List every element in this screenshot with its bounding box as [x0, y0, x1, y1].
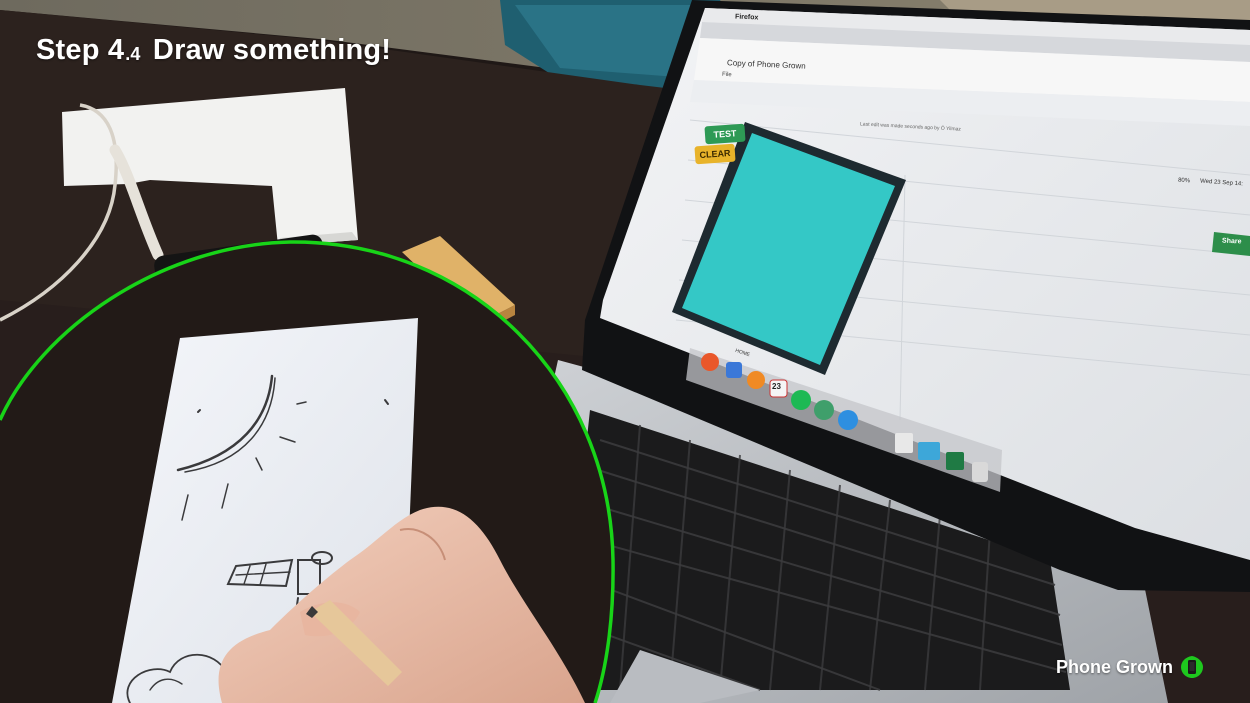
step-title: Step 4.4 Draw something!: [36, 34, 391, 67]
phone-grown-logo-icon: [1181, 656, 1203, 678]
substep-label: .4: [125, 44, 141, 64]
brand-footer: Phone Grown: [1056, 654, 1205, 680]
brand-name: Phone Grown: [1056, 656, 1173, 677]
step-label: Step 4: [36, 34, 125, 66]
photo-scene: [0, 0, 1250, 703]
share-button-shape: [1212, 232, 1250, 256]
step-heading: Draw something!: [152, 34, 392, 66]
